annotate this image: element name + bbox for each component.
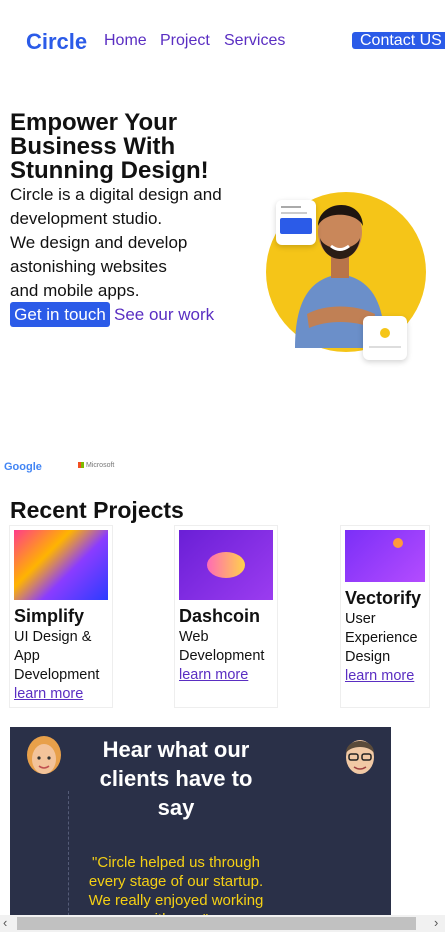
- project-desc: User Experience Design: [345, 610, 429, 667]
- nav-link-services[interactable]: Services: [224, 31, 285, 51]
- floating-card-notification: [363, 316, 407, 360]
- bell-icon: [380, 328, 390, 338]
- testimonial-title-line: say: [157, 795, 195, 820]
- project-name: Simplify: [14, 606, 85, 626]
- project-desc: UI Design & App Development: [14, 628, 112, 685]
- testimonial-quote-line: "Circle helped us through: [92, 854, 260, 871]
- project-desc: Web Development: [179, 628, 277, 666]
- testimonial-quote-line: every stage of our startup.: [88, 873, 264, 890]
- contact-us-button[interactable]: Contact US: [352, 32, 445, 49]
- see-our-work-link[interactable]: See our work: [114, 304, 214, 326]
- hero-text-line: and mobile apps.: [10, 281, 140, 300]
- microsoft-squares-icon: [78, 462, 84, 469]
- learn-more-link[interactable]: learn more: [179, 666, 248, 685]
- hero-text-line: We design and develop: [10, 233, 188, 252]
- testimonial-title: Hear what our clients have to say: [80, 735, 272, 822]
- credit-card-icon: [280, 218, 312, 234]
- learn-more-link[interactable]: learn more: [345, 667, 414, 686]
- recent-projects-title: Recent Projects: [10, 497, 184, 523]
- hero-title-line: Business With: [10, 133, 176, 160]
- microsoft-logo-text: Microsoft: [85, 462, 115, 469]
- testimonial-title-line: clients have to: [99, 766, 253, 791]
- nav-link-home[interactable]: Home: [104, 31, 147, 51]
- hero-title-line: Stunning Design!: [10, 157, 209, 184]
- hero-text-line: development studio.: [10, 209, 163, 228]
- microsoft-logo: Microsoft: [78, 462, 114, 469]
- project-desc-line: Development: [179, 648, 265, 664]
- horizontal-scrollbar-thumb[interactable]: [17, 917, 416, 930]
- google-logo-text: Google: [4, 461, 42, 473]
- project-name: Vectorify: [345, 588, 422, 608]
- scroll-right-arrow-icon[interactable]: ›: [434, 914, 438, 931]
- project-desc-line: App: [14, 648, 40, 664]
- get-in-touch-button[interactable]: Get in touch: [10, 302, 110, 327]
- project-desc-line: Development: [14, 667, 100, 683]
- google-logo: Google: [4, 461, 42, 473]
- project-desc-line: User: [345, 611, 376, 627]
- testimonial-quote-line: We really enjoyed working: [88, 892, 264, 909]
- project-card-simplify[interactable]: Simplify UI Design & App Development lea…: [10, 526, 112, 707]
- floating-card-payment: [276, 200, 316, 245]
- project-image-simplify: [14, 530, 108, 600]
- circle-logo[interactable]: Circle: [26, 29, 90, 54]
- testimonial-section: Hear what our clients have to say "Circl…: [10, 727, 391, 932]
- project-card-vectorify[interactable]: Vectorify User Experience Design learn m…: [341, 526, 429, 707]
- scroll-left-arrow-icon[interactable]: ‹: [3, 914, 7, 931]
- nav-link-project[interactable]: Project: [160, 31, 210, 51]
- hero-text-line: astonishing websites: [10, 257, 167, 276]
- project-desc-line: Experience: [345, 630, 418, 646]
- project-name: Dashcoin: [179, 606, 261, 626]
- decorative-dashed-line: [68, 791, 71, 931]
- project-image-vectorify: [345, 530, 425, 582]
- project-card-dashcoin[interactable]: Dashcoin Web Development learn more: [175, 526, 277, 707]
- hero-text-line: Circle is a digital design and: [10, 185, 222, 204]
- testimonial-title-line: Hear what our: [102, 737, 250, 762]
- avatar-woman: [25, 735, 63, 777]
- project-image-dashcoin: [179, 530, 273, 600]
- project-desc-line: UI Design &: [14, 629, 92, 645]
- hero-title-line: Empower Your: [10, 109, 178, 136]
- project-desc-line: Design: [345, 649, 391, 665]
- avatar-man: [341, 735, 379, 777]
- hero-title: Empower Your Business With Stunning Desi…: [10, 111, 250, 183]
- project-desc-line: Web: [179, 629, 209, 645]
- learn-more-link[interactable]: learn more: [14, 685, 83, 704]
- svg-text:Circle: Circle: [26, 30, 87, 54]
